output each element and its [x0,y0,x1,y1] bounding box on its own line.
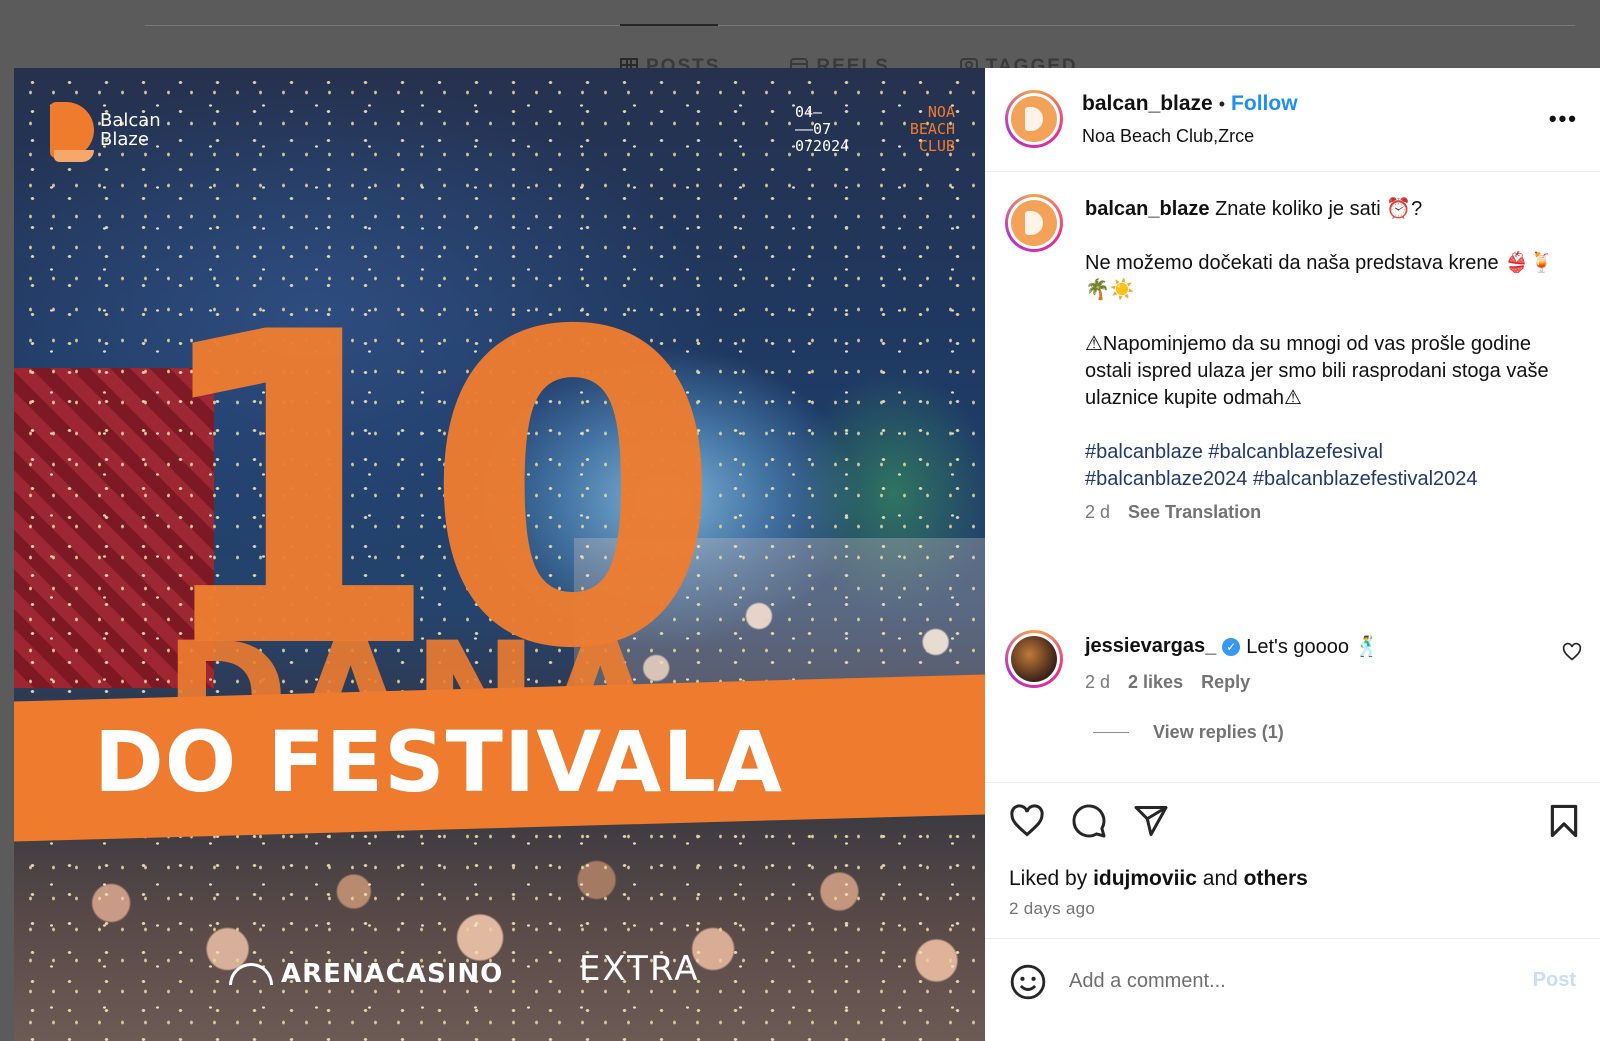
header-user-row: balcan_blaze • Follow [1082,92,1298,116]
action-icons [1009,803,1169,839]
comment-bubble-icon[interactable] [1071,803,1107,839]
sponsor-arenacasino: ARENACASINO [229,959,503,989]
avatar[interactable] [1005,90,1063,148]
replies-divider [1093,732,1129,733]
brand-b-icon [50,102,94,162]
verified-badge-icon: ✓ [1222,637,1241,656]
comment-likes[interactable]: 2 likes [1128,672,1183,693]
comment-input[interactable] [1069,961,1499,1001]
liked-by-user[interactable]: idujmoviic [1093,867,1197,890]
caption-time: 2 d [1085,502,1111,522]
post-details-panel: balcan_blaze • Follow Noa Beach Club,Zrc… [985,68,1600,1041]
profile-divider [145,25,1575,26]
active-tab-indicator [620,24,718,26]
post-actions: Liked by idujmoviic and others 2 days ag… [985,782,1600,938]
share-send-icon[interactable] [1133,803,1169,839]
hashtags-2[interactable]: #balcanblaze2024 #balcanblazefestival202… [1085,466,1565,493]
location-link[interactable]: Noa Beach Club,Zrce [1082,126,1254,147]
like-heart-icon[interactable] [1009,803,1045,839]
caption-meta: 2 d See Translation [1085,499,1565,526]
view-replies-button[interactable]: View replies (1) [1093,722,1284,743]
post-comment-button[interactable]: Post [1533,969,1576,992]
liked-by: Liked by idujmoviic and others [1009,867,1308,890]
reply-button[interactable]: Reply [1201,672,1250,693]
event-date-block: 04— ——07 072024 NOA BEACH CLUB [795,104,955,155]
caption-username[interactable]: balcan_blaze [1085,198,1210,220]
header-username[interactable]: balcan_blaze [1082,92,1213,116]
emoji-smiley-icon[interactable] [1009,963,1047,1001]
brand-logo: Balcan Blaze [50,102,180,162]
comment-time: 2 d [1085,672,1111,692]
sponsor-extra: EXTRA [579,949,700,989]
brand-name: Balcan Blaze [100,110,161,150]
bookmark-icon[interactable] [1548,803,1580,839]
event-date: 04— ——07 072024 [795,103,850,155]
comment-avatar[interactable] [1005,630,1063,688]
post-date: 2 days ago [1009,899,1096,918]
caption-text: balcan_blaze Znate koliko je sati ⏰? Ne … [1085,196,1565,526]
caption-paragraph-3: ⚠Napominjemo da su mnogi od vas prošle g… [1085,333,1549,409]
comment-like-heart-icon[interactable] [1562,642,1582,662]
post-image[interactable]: Balcan Blaze 04— ——07 072024 NOA BEACH C… [14,68,985,1041]
comment-username[interactable]: jessievargas_ [1085,635,1216,658]
caption-paragraph-2: Ne možemo dočekati da naša predstava kre… [1085,252,1554,301]
caption-avatar[interactable] [1005,194,1063,252]
post-header: balcan_blaze • Follow Noa Beach Club,Zrc… [985,68,1600,172]
liked-by-others[interactable]: others [1244,867,1308,890]
comment-text-row: jessievargas_ ✓ Let's goooo 🕺 [1085,634,1380,659]
see-translation-button[interactable]: See Translation [1128,499,1261,526]
hashtags-1[interactable]: #balcanblaze #balcanblazefesival [1085,439,1565,466]
separator-dot: • [1218,93,1226,114]
post-modal: Balcan Blaze 04— ——07 072024 NOA BEACH C… [14,68,1600,1041]
follow-button[interactable]: Follow [1231,92,1298,116]
event-venue: NOA BEACH CLUB [909,103,955,155]
more-options-button[interactable]: ••• [1549,106,1578,132]
comment-meta: 2 d 2 likes Reply [1085,672,1250,693]
headline-sub: DO FESTIVALA [94,713,784,811]
arena-logo-icon [229,963,273,985]
comment-body: Let's goooo 🕺 [1246,636,1380,658]
add-comment-bar: Post [985,938,1600,1041]
